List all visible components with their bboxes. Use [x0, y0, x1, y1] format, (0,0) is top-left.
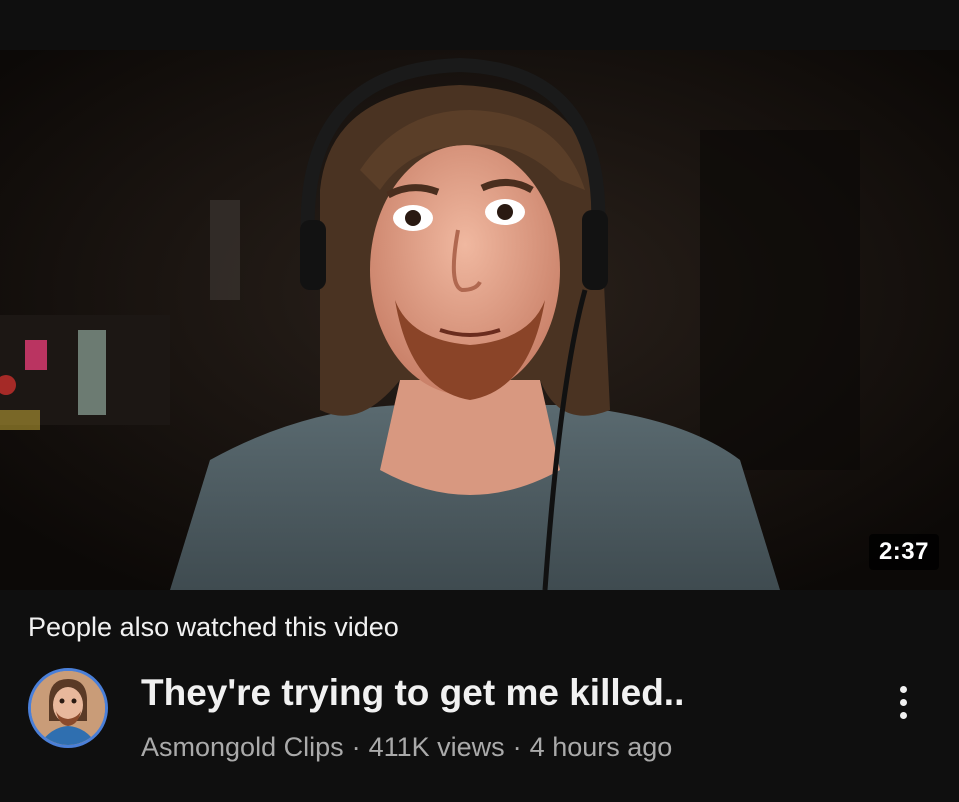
upload-age: 4 hours ago [529, 732, 673, 762]
meta-separator: · [512, 732, 522, 762]
video-info: They're trying to get me killed.. Asmong… [28, 666, 931, 776]
dot [899, 711, 907, 719]
meta-separator: · [351, 732, 361, 762]
video-title[interactable]: They're trying to get me killed.. [141, 672, 684, 714]
avatar-image [31, 671, 105, 745]
view-count: 411K views [368, 732, 505, 762]
context-label: People also watched this video [28, 612, 399, 642]
channel-avatar[interactable] [28, 668, 108, 748]
more-vertical-icon[interactable] [881, 674, 925, 730]
duration-badge: 2:37 [868, 534, 939, 570]
dot [899, 685, 907, 693]
top-bar [0, 0, 959, 50]
video-thumbnail[interactable]: 2:37 [0, 50, 959, 590]
dot [899, 698, 907, 706]
thumbnail-image [0, 50, 959, 590]
channel-name[interactable]: Asmongold Clips [141, 732, 344, 762]
video-meta: Asmongold Clips · 411K views · 4 hours ago [141, 732, 672, 763]
